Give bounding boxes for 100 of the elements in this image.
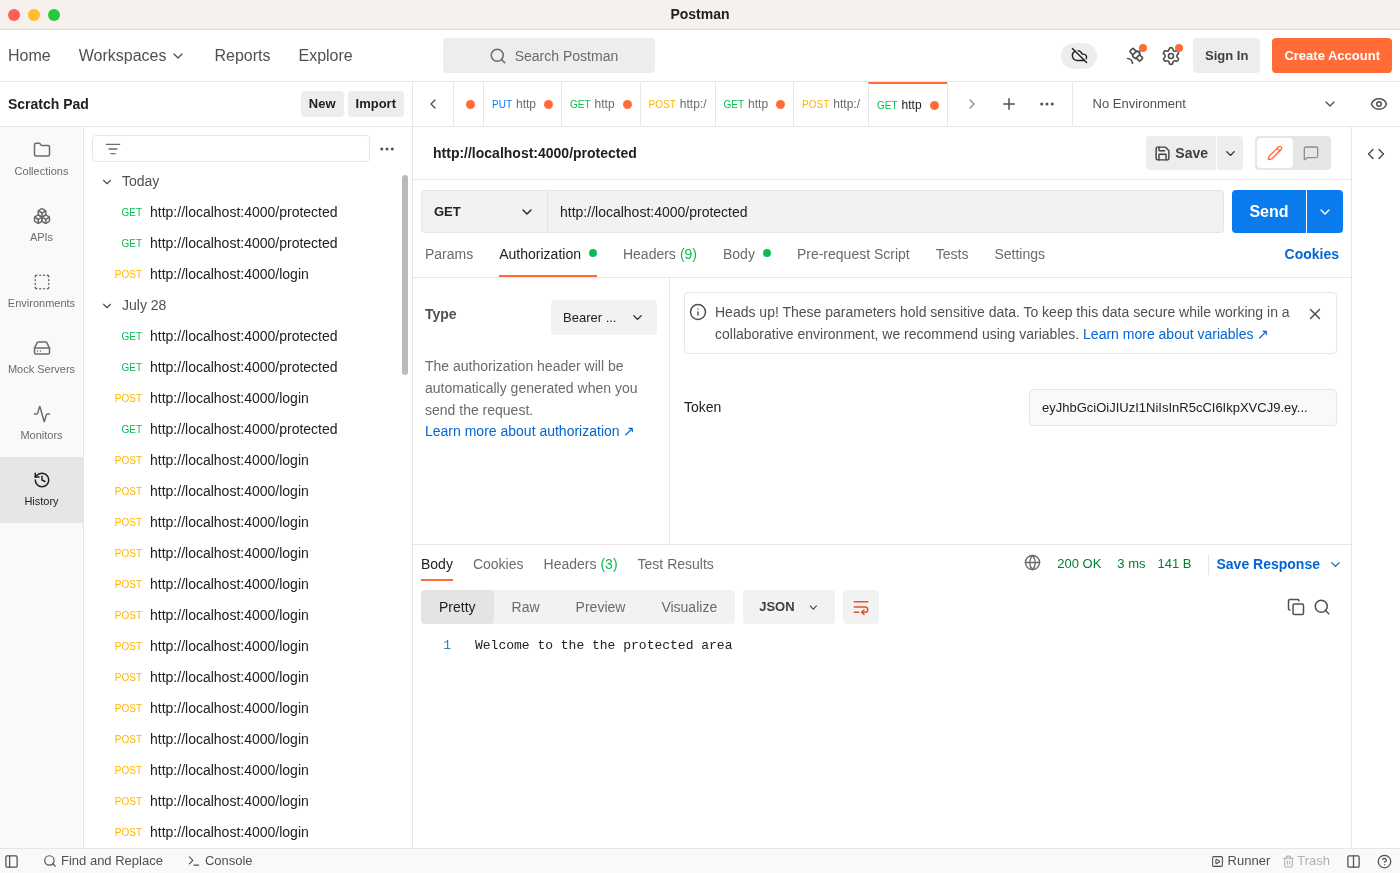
method-label: GET	[877, 98, 898, 113]
format-select[interactable]: JSON	[743, 590, 836, 624]
save-response-button[interactable]: Save Response	[1207, 554, 1343, 575]
cookies-link[interactable]: Cookies	[1284, 244, 1339, 277]
response-tab[interactable]: Headers (3)	[543, 554, 618, 581]
request-url-item[interactable]: http://localhost:4000/login	[150, 574, 309, 595]
learn-more-link[interactable]: Learn more about authorization ↗	[425, 421, 657, 442]
method-label: POST	[113, 392, 143, 406]
response-time: 3 ms	[1117, 555, 1146, 573]
request-url-item[interactable]: http://localhost:4000/login	[150, 605, 309, 626]
request-section-tab[interactable]: Body	[723, 244, 771, 277]
request-section-tab[interactable]: Params	[425, 244, 474, 277]
mock-icon	[32, 338, 51, 357]
nav-link[interactable]: Workspaces	[78, 43, 187, 68]
copy-icon[interactable]	[1287, 598, 1305, 616]
request-tab[interactable]: GET http	[714, 82, 794, 126]
request-section-tab[interactable]: Pre-request Script	[796, 244, 910, 277]
url-field[interactable]: http://localhost:4000/protected	[548, 190, 1224, 233]
settings-icon[interactable]	[1161, 45, 1182, 66]
sidebar-item[interactable]: Mock Servers	[0, 325, 83, 391]
request-section-tab[interactable]: Settings	[994, 244, 1046, 277]
request-url-item[interactable]: http://localhost:4000/login	[150, 636, 309, 657]
request-url-item[interactable]: http://localhost:4000/login	[150, 388, 309, 409]
search-field[interactable]: Search Postman	[442, 38, 655, 73]
request-section-tab[interactable]: Headers (9)	[622, 244, 697, 277]
view-tab[interactable]: Pretty	[421, 590, 494, 624]
search-icon[interactable]	[1313, 598, 1331, 616]
request-tab[interactable]: POST http:/	[639, 82, 715, 126]
send-button[interactable]: Send	[1232, 190, 1306, 233]
console-button[interactable]: Console	[186, 851, 253, 871]
request-tab[interactable]: POST http:/	[793, 82, 868, 126]
header-button[interactable]: Import	[347, 91, 404, 117]
wrap-icon[interactable]	[843, 590, 880, 624]
method-label: POST	[802, 97, 830, 112]
request-url-item[interactable]: http://localhost:4000/protected	[150, 233, 338, 254]
sidebar-item[interactable]: Monitors	[0, 391, 83, 457]
method-select[interactable]: GET	[421, 190, 548, 233]
header-button[interactable]: New	[300, 91, 344, 117]
view-tab[interactable]: Raw	[493, 590, 558, 624]
monitors-icon	[32, 404, 51, 423]
request-url-item[interactable]: http://localhost:4000/login	[150, 760, 309, 781]
cloud-off-icon[interactable]	[1061, 42, 1098, 69]
request-url-item[interactable]: http://localhost:4000/login	[150, 729, 309, 750]
response-tab[interactable]: Body	[421, 554, 453, 581]
request-url-item[interactable]: http://localhost:4000/login	[150, 481, 309, 502]
request-section-tab[interactable]: Tests	[935, 244, 969, 277]
save-button[interactable]: Save	[1146, 136, 1216, 170]
request-url-item[interactable]: http://localhost:4000/login	[150, 264, 309, 285]
request-url-item[interactable]: http://localhost:4000/protected	[150, 202, 338, 223]
line-number: 1	[442, 637, 452, 656]
window-title: Postman	[670, 5, 730, 24]
filter-field[interactable]	[92, 135, 370, 162]
environment-select[interactable]: No Environment	[1071, 82, 1358, 126]
variables-link[interactable]: Learn more about variables ↗	[1083, 326, 1270, 342]
token-field[interactable]: eyJhbGciOiJIUzI1NiIsInR5cCI6IkpXVCJ9.ey...	[1029, 389, 1337, 426]
view-tab[interactable]: Preview	[557, 590, 644, 624]
request-url-item[interactable]: http://localhost:4000/login	[150, 450, 309, 471]
edit-icon[interactable]	[1257, 138, 1293, 168]
eye-icon[interactable]	[1370, 95, 1388, 113]
request-tab[interactable]: GET http	[868, 82, 947, 126]
method-label: POST	[113, 795, 143, 809]
request-url-item[interactable]: http://localhost:4000/protected	[150, 326, 338, 347]
type-select[interactable]: Bearer ...	[551, 300, 657, 335]
scrollbar[interactable]	[402, 175, 408, 375]
method-label: POST	[113, 268, 143, 282]
method-label: POST	[113, 764, 143, 778]
two-pane-icon[interactable]	[1346, 853, 1361, 869]
request-url-item[interactable]: http://localhost:4000/login	[150, 667, 309, 688]
nav-link[interactable]: Explore	[298, 43, 353, 68]
request-url-item[interactable]: http://localhost:4000/login	[150, 512, 309, 533]
request-url-item[interactable]: http://localhost:4000/protected	[150, 419, 338, 440]
help-icon[interactable]	[1377, 853, 1392, 869]
sidebar-toggle-icon[interactable]	[4, 853, 19, 869]
view-tab[interactable]: Visualize	[643, 590, 736, 624]
method-label: POST	[113, 609, 143, 623]
satellite-icon[interactable]	[1125, 45, 1146, 66]
sign-in-button[interactable]: Sign In	[1193, 38, 1261, 73]
find-replace-button[interactable]: Find and Replace	[43, 851, 163, 871]
request-url-item[interactable]: http://localhost:4000/login	[150, 791, 309, 812]
sidebar-item[interactable]: Environments	[0, 259, 83, 325]
response-tab[interactable]: Test Results	[637, 554, 714, 581]
close-window-icon[interactable]	[8, 8, 20, 21]
response-tab[interactable]: Cookies	[472, 554, 524, 581]
request-url-item[interactable]: http://localhost:4000/login	[150, 543, 309, 564]
globe-icon[interactable]	[1024, 554, 1042, 571]
runner-button[interactable]: Runner	[1210, 851, 1271, 871]
nav-link[interactable]: Home	[8, 43, 51, 68]
request-url-item[interactable]: http://localhost:4000/login	[150, 822, 309, 843]
sidebar-item[interactable]: History	[0, 457, 83, 523]
request-url-item[interactable]: http://localhost:4000/protected	[150, 357, 338, 378]
tab-label: http:/	[833, 96, 860, 113]
request-section-tab[interactable]: Authorization	[499, 244, 597, 277]
terminal-icon	[186, 854, 201, 868]
request-url-item[interactable]: http://localhost:4000/login	[150, 698, 309, 719]
info-icon	[689, 303, 707, 321]
nav-link[interactable]: Reports	[214, 43, 271, 68]
request-tab[interactable]: PUT http	[483, 82, 561, 126]
request-tab[interactable]: GET http	[561, 82, 640, 126]
sidebar-item[interactable]: Collections	[0, 127, 83, 193]
sidebar-item[interactable]: APIs	[0, 193, 83, 259]
